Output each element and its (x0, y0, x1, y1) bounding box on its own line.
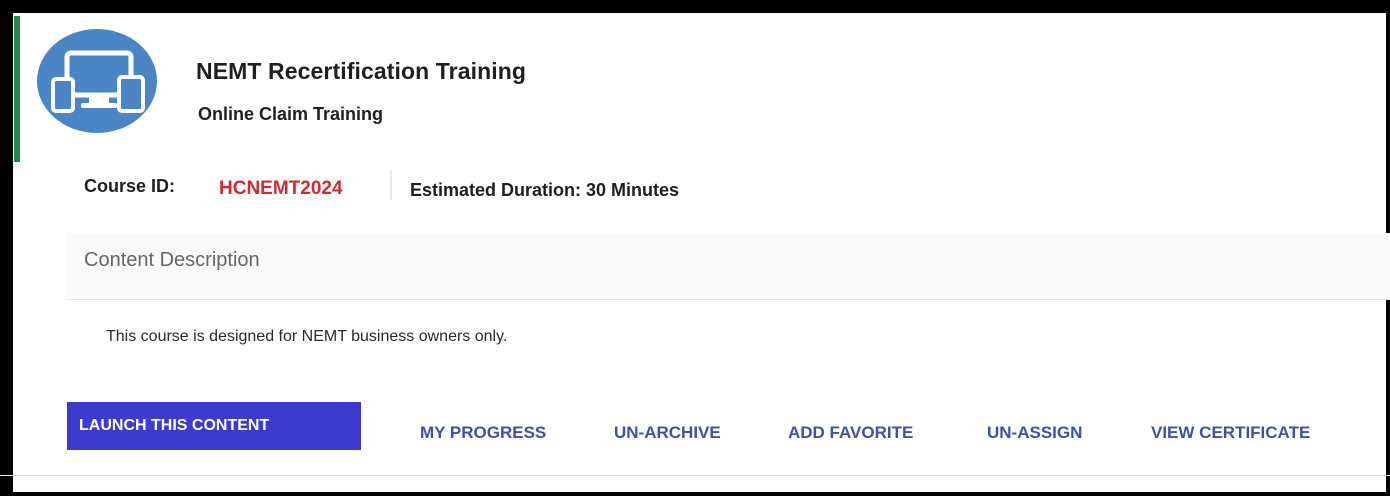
view-certificate-link[interactable]: VIEW CERTIFICATE (1151, 423, 1310, 443)
content-description-text: This course is designed for NEMT busines… (106, 328, 508, 345)
my-progress-link[interactable]: MY PROGRESS (420, 423, 546, 443)
devices-icon (37, 29, 157, 133)
course-id-value: HCNEMT2024 (219, 178, 343, 199)
un-assign-link[interactable]: UN-ASSIGN (987, 423, 1082, 443)
frame-top (0, 0, 1390, 13)
status-accent-bar (14, 16, 20, 162)
launch-content-button[interactable]: LAUNCH THIS CONTENT (67, 402, 361, 450)
meta-divider (390, 170, 392, 200)
frame-left (0, 0, 13, 496)
course-title: NEMT Recertification Training (196, 58, 527, 84)
content-description-heading: Content Description (84, 249, 260, 271)
estimated-duration: Estimated Duration: 30 Minutes (410, 180, 680, 200)
bottom-divider (0, 475, 1390, 476)
course-id-label: Course ID: (84, 176, 176, 196)
un-archive-link[interactable]: UN-ARCHIVE (614, 423, 721, 443)
description-header-box (66, 233, 1390, 300)
frame-bottom (0, 492, 1390, 496)
course-subtitle: Online Claim Training (198, 104, 384, 124)
add-favorite-link[interactable]: ADD FAVORITE (788, 423, 913, 443)
